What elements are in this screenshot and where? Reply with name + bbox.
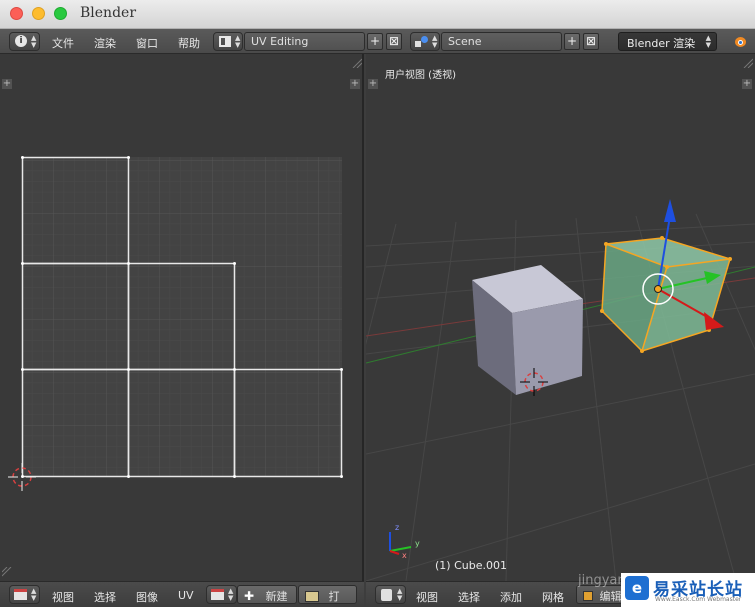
close-icon: ⊠	[388, 34, 400, 48]
watermark: e 易采站长站 Www.Easck.Com Webmaster	[621, 573, 755, 607]
scene-field[interactable]: Scene	[441, 32, 562, 51]
tool-shelf-toggle-icon[interactable]: +	[2, 79, 12, 89]
viewport-canvas[interactable]: z y x	[366, 54, 755, 581]
area-split-corner-icon[interactable]	[741, 56, 753, 68]
screen-layout-selector[interactable]: ▲ ▼	[213, 32, 243, 51]
menu-uv[interactable]: UV	[178, 589, 194, 602]
add-scene-button[interactable]: +	[564, 33, 580, 50]
3d-viewport[interactable]: z y x 用户视图 (透视) (1) Cube.001 + +	[366, 54, 755, 581]
close-window-button[interactable]	[10, 7, 23, 20]
menu-window[interactable]: 窗口	[136, 35, 158, 51]
scene-selector[interactable]: ▲ ▼	[410, 32, 440, 51]
delete-scene-button[interactable]: ⊠	[583, 33, 599, 50]
menu-view[interactable]: 视图	[416, 589, 438, 605]
edit-mode-icon	[583, 591, 593, 601]
screen-layout-icon	[219, 36, 231, 47]
active-object-label: (1) Cube.001	[435, 559, 507, 572]
render-engine-dropdown[interactable]: Blender 渲染 ▲ ▼	[618, 32, 717, 51]
uv-image-editor[interactable]: + +	[0, 54, 364, 581]
menu-help[interactable]: 帮助	[178, 35, 200, 51]
add-icon: +	[369, 34, 381, 48]
editor-type-selector[interactable]: ▲ ▼	[9, 585, 40, 604]
menu-select[interactable]: 选择	[458, 589, 480, 605]
area-split-corner-icon[interactable]	[350, 56, 362, 68]
menu-mesh[interactable]: 网格	[542, 589, 564, 605]
editor-type-selector[interactable]: ▲ ▼	[375, 585, 406, 604]
open-image-button[interactable]: 打开	[298, 585, 357, 607]
image-icon	[211, 589, 224, 600]
uv-canvas[interactable]	[0, 54, 364, 581]
axis-label-x: x	[402, 551, 407, 560]
axis-label-y: y	[415, 539, 420, 548]
window-title: Blender	[80, 5, 137, 21]
info-icon: i	[15, 35, 27, 47]
menu-image[interactable]: 图像	[136, 589, 158, 605]
axis-indicator: z y x	[389, 523, 420, 560]
uv-editor-header: ▲▼ 视图 选择 图像 UV ▲▼ ✚ 新建 打开	[0, 581, 364, 607]
menu-render[interactable]: 渲染	[94, 35, 116, 51]
info-header: i ▲ ▼ 文件 渲染 窗口 帮助 ▲ ▼ UV Editing + ⊠ ▲ ▼ Sc…	[0, 29, 755, 54]
tool-shelf-toggle-icon[interactable]: +	[368, 79, 378, 89]
properties-toggle-icon[interactable]: +	[742, 79, 752, 89]
area-split-corner-icon[interactable]	[2, 567, 14, 579]
blender-logo-icon	[733, 35, 747, 48]
zoom-window-button[interactable]	[54, 7, 67, 20]
plus-icon: ✚	[244, 589, 255, 603]
folder-icon	[305, 591, 319, 602]
title-bar: Blender	[0, 0, 755, 29]
3d-view-icon	[381, 589, 392, 601]
add-screen-button[interactable]: +	[367, 33, 383, 50]
new-image-button[interactable]: ✚ 新建	[237, 585, 297, 604]
watermark-subtext: Www.Easck.Com Webmaster	[655, 596, 742, 603]
menu-add[interactable]: 添加	[500, 589, 522, 605]
menu-select[interactable]: 选择	[94, 589, 116, 605]
mode-label: 编辑	[599, 590, 622, 603]
close-icon: ⊠	[585, 34, 597, 48]
menu-view[interactable]: 视图	[52, 589, 74, 605]
screen-layout-field[interactable]: UV Editing	[244, 32, 365, 51]
image-editor-icon	[14, 589, 27, 600]
axis-label-z: z	[395, 523, 399, 532]
new-image-label: 新建	[265, 590, 288, 603]
delete-screen-button[interactable]: ⊠	[386, 33, 402, 50]
properties-toggle-icon[interactable]: +	[350, 79, 360, 89]
watermark-overlay-text: jingyan	[578, 573, 626, 588]
render-engine-label: Blender 渲染	[627, 37, 696, 50]
menu-file[interactable]: 文件	[52, 35, 74, 51]
scene-icon	[415, 36, 428, 48]
minimize-window-button[interactable]	[32, 7, 45, 20]
browse-image-button[interactable]: ▲ ▼	[206, 585, 237, 604]
viewport-title: 用户视图 (透视)	[385, 70, 456, 81]
watermark-logo-icon: e	[625, 576, 649, 600]
editor-type-selector[interactable]: i ▲ ▼	[9, 32, 40, 51]
add-icon: +	[566, 34, 578, 48]
